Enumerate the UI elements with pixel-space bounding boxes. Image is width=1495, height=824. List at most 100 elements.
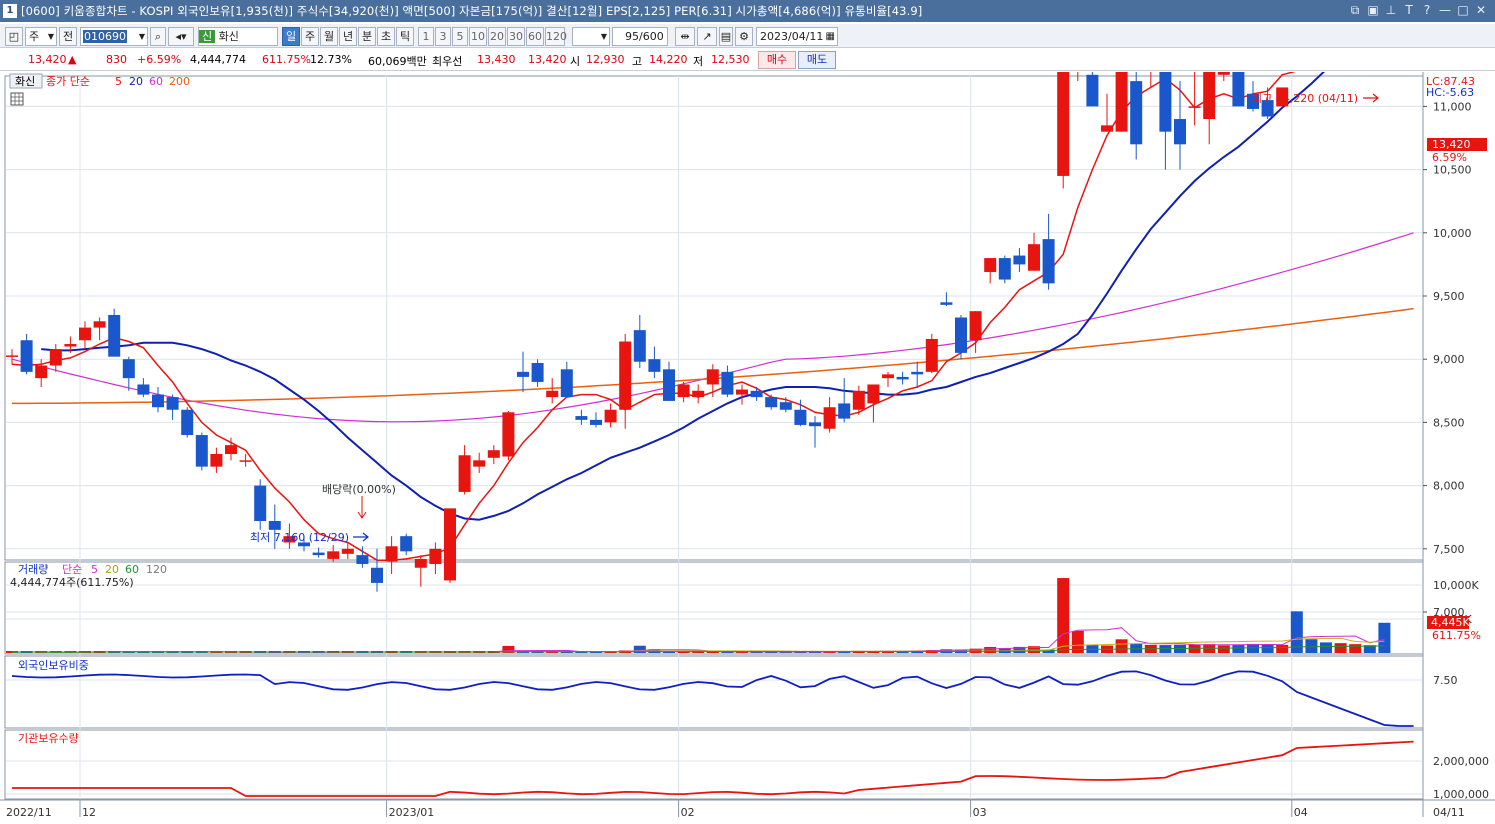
chart-area[interactable]: 14,00013,50013,00012,50012,00011,50011,0…	[0, 72, 1495, 824]
buy-button[interactable]: 매수	[758, 51, 796, 69]
candle-body	[619, 341, 632, 410]
candle-body	[20, 340, 33, 372]
minute-tab-20[interactable]: 20	[488, 27, 506, 46]
trade-amount: 60,069백만	[368, 55, 427, 68]
interval-tab-0[interactable]: 일	[282, 27, 300, 46]
high-price: 14,220	[649, 53, 688, 66]
minute-tab-30[interactable]: 30	[507, 27, 525, 46]
ma-legend-5: 5	[115, 75, 122, 88]
candlestick-series	[6, 72, 1289, 592]
count-input[interactable]: 95/600	[612, 27, 668, 46]
volume-ma-20: 20	[105, 563, 119, 576]
search-icon[interactable]: ⌕	[150, 27, 166, 46]
stock-code-input[interactable]: 010690 ▼	[80, 27, 148, 46]
volume-current: 4,444,774주(611.75%)	[10, 576, 134, 589]
bid-price: 13,420	[528, 53, 567, 66]
speaker-icon[interactable]: ◂▾	[168, 27, 194, 46]
volume-bar	[1057, 578, 1070, 653]
inst-holding-line	[12, 740, 1414, 797]
price-axis: 14,00013,50013,00012,50012,00011,50011,0…	[1423, 100, 1489, 801]
candle-body	[79, 327, 91, 341]
change-percent: +6.59%	[137, 53, 182, 66]
minute-tab-3[interactable]: 3	[435, 27, 451, 46]
candle-body	[560, 369, 573, 398]
price-tick-label: 9,000	[1433, 353, 1465, 366]
open-price: 12,930	[586, 53, 625, 66]
candle-body	[1042, 239, 1055, 284]
link-icon[interactable]: ⧉	[1347, 2, 1363, 18]
period-select[interactable]: 주 ▼	[25, 27, 57, 46]
turnover-ratio: 12.73%	[310, 53, 352, 66]
close-icon[interactable]: ✕	[1473, 2, 1489, 18]
candle-body	[794, 409, 807, 425]
interval-tab-1[interactable]: 주	[301, 27, 319, 46]
help-icon[interactable]: ?	[1419, 2, 1435, 18]
volume-ma-5: 5	[91, 563, 98, 576]
minute-tab-10[interactable]: 10	[469, 27, 487, 46]
candle-body	[1203, 72, 1216, 120]
candle-body	[385, 546, 398, 562]
volume-pane-border	[4, 561, 1424, 655]
table-icon[interactable]	[10, 92, 24, 106]
candle-body	[444, 508, 456, 581]
sub-indicator-lines	[11, 670, 1414, 797]
minimize-icon[interactable]: —	[1437, 2, 1453, 18]
candle-body	[955, 317, 967, 353]
save-icon[interactable]: ▤	[719, 27, 733, 46]
candle-body	[239, 460, 252, 462]
candle-body	[268, 520, 281, 530]
inst-tick-label: 2,000,000	[1433, 755, 1489, 768]
candle-body	[400, 536, 413, 552]
font-icon[interactable]: T	[1401, 2, 1417, 18]
candle-body	[254, 485, 267, 521]
stock-name-field[interactable]: 신 화신	[198, 27, 278, 46]
minute-tab-60[interactable]: 60	[526, 27, 544, 46]
interval-tab-6[interactable]: 틱	[396, 27, 414, 46]
candle-body	[677, 384, 690, 398]
sell-button[interactable]: 매도	[798, 51, 836, 69]
ma-legend-60: 60	[149, 75, 163, 88]
screen-icon[interactable]: ▣	[1365, 2, 1381, 18]
minute-custom-input[interactable]: ▼	[572, 27, 610, 46]
last-pct-label: 6.59%	[1432, 151, 1467, 164]
chart-layout-icon[interactable]: ◰	[5, 27, 23, 46]
candle-body	[896, 376, 909, 380]
maximize-icon[interactable]: □	[1455, 2, 1471, 18]
interval-tab-5[interactable]: 초	[377, 27, 395, 46]
gear-icon[interactable]: ⚙	[735, 27, 753, 46]
zoom-icon[interactable]: ⇹	[675, 27, 695, 46]
toolbar: ◰ 주 ▼ 전 010690 ▼ ⌕ ◂▾ 신 화신 일주월년분초틱 1 3 5 10 20…	[0, 24, 1495, 48]
minute-tab-1[interactable]: 1	[418, 27, 434, 46]
low-label: 저	[693, 55, 704, 68]
title-bar: 1 [0600] 키움종합차트 - KOSPI 외국인보유[1,935(천)] …	[0, 0, 1495, 22]
draw-icon[interactable]: ↗	[697, 27, 717, 46]
low-annotation: 최저 7,160 (12/29)	[250, 531, 349, 544]
interval-tab-4[interactable]: 분	[358, 27, 376, 46]
foreign-pane-label: 외국인보유비중	[18, 659, 89, 672]
minute-tab-5[interactable]: 5	[452, 27, 468, 46]
ma-legend-label: 종가 단순	[46, 75, 90, 88]
date-input[interactable]: 2023/04/11 ▦	[756, 27, 838, 46]
candle-body	[35, 365, 48, 379]
candle-body	[648, 359, 661, 372]
window-controls: ⧉ ▣ ⊥ T ? — □ ✕	[1347, 2, 1489, 18]
interval-tab-2[interactable]: 월	[320, 27, 338, 46]
candle-body	[984, 258, 997, 272]
pin-icon[interactable]: ⊥	[1383, 2, 1399, 18]
foreign-tick-label: 7.50	[1433, 674, 1458, 687]
candle-body	[487, 450, 500, 458]
candle-body	[137, 384, 150, 395]
price-tick-label: 7,500	[1433, 543, 1465, 556]
candle-body	[108, 314, 121, 357]
volume-bar	[1349, 644, 1362, 653]
volume-bar	[1115, 639, 1128, 653]
candle-body	[517, 371, 529, 377]
candle-body	[823, 407, 836, 429]
prev-button[interactable]: 전	[59, 27, 77, 46]
candle-body	[356, 555, 369, 564]
volume-ma-label: 단순	[62, 563, 82, 576]
candle-body	[765, 397, 778, 408]
minute-tab-120[interactable]: 120	[545, 27, 567, 46]
candle-body	[721, 371, 734, 395]
interval-tab-3[interactable]: 년	[339, 27, 357, 46]
